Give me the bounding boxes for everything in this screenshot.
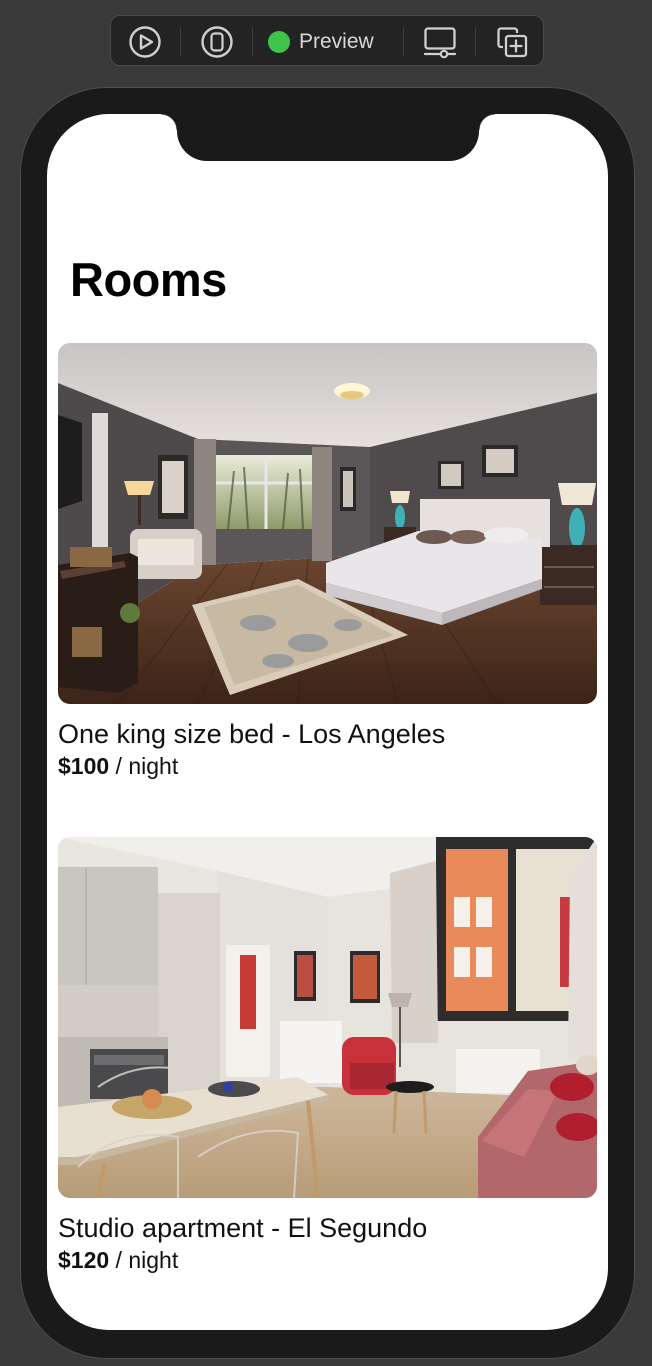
preview-status-dot <box>268 30 290 53</box>
device-notch <box>161 114 495 161</box>
device-selector-icon <box>201 25 233 58</box>
studio-apartment-photo <box>58 837 597 1198</box>
device-selector-button[interactable] <box>197 16 237 67</box>
preview-status[interactable]: Preview <box>268 16 388 67</box>
preview-label: Preview <box>299 29 374 53</box>
preview-toolbar: Preview <box>110 15 544 66</box>
room-price: $100 / night <box>58 751 597 781</box>
price-amount: $100 <box>58 753 110 779</box>
toolbar-divider <box>252 27 253 56</box>
page-title: Rooms <box>70 253 227 306</box>
room-price: $120 / night <box>58 1245 597 1275</box>
toolbar-divider <box>475 27 476 56</box>
device-settings-button[interactable] <box>421 16 459 67</box>
room-card[interactable]: One king size bed - Los Angeles $100 / n… <box>58 343 597 781</box>
room-title: Studio apartment - El Segundo <box>58 1213 428 1243</box>
room-title: One king size bed - Los Angeles <box>58 719 446 749</box>
duplicate-preview-icon <box>497 26 528 57</box>
live-preview-button[interactable] <box>125 16 165 67</box>
price-amount: $120 <box>58 1247 110 1273</box>
bedroom-photo <box>58 343 597 704</box>
play-circle-icon <box>129 25 161 58</box>
device-settings-icon <box>423 26 457 58</box>
toolbar-divider <box>180 27 181 56</box>
room-card[interactable]: Studio apartment - El Segundo $120 / nig… <box>58 837 597 1275</box>
price-unit: / night <box>109 753 179 779</box>
price-unit: / night <box>109 1247 179 1273</box>
device-screen: Rooms One king size bed - Los Angeles $1… <box>47 114 608 1330</box>
duplicate-preview-button[interactable] <box>493 16 531 67</box>
toolbar-divider <box>403 27 404 56</box>
